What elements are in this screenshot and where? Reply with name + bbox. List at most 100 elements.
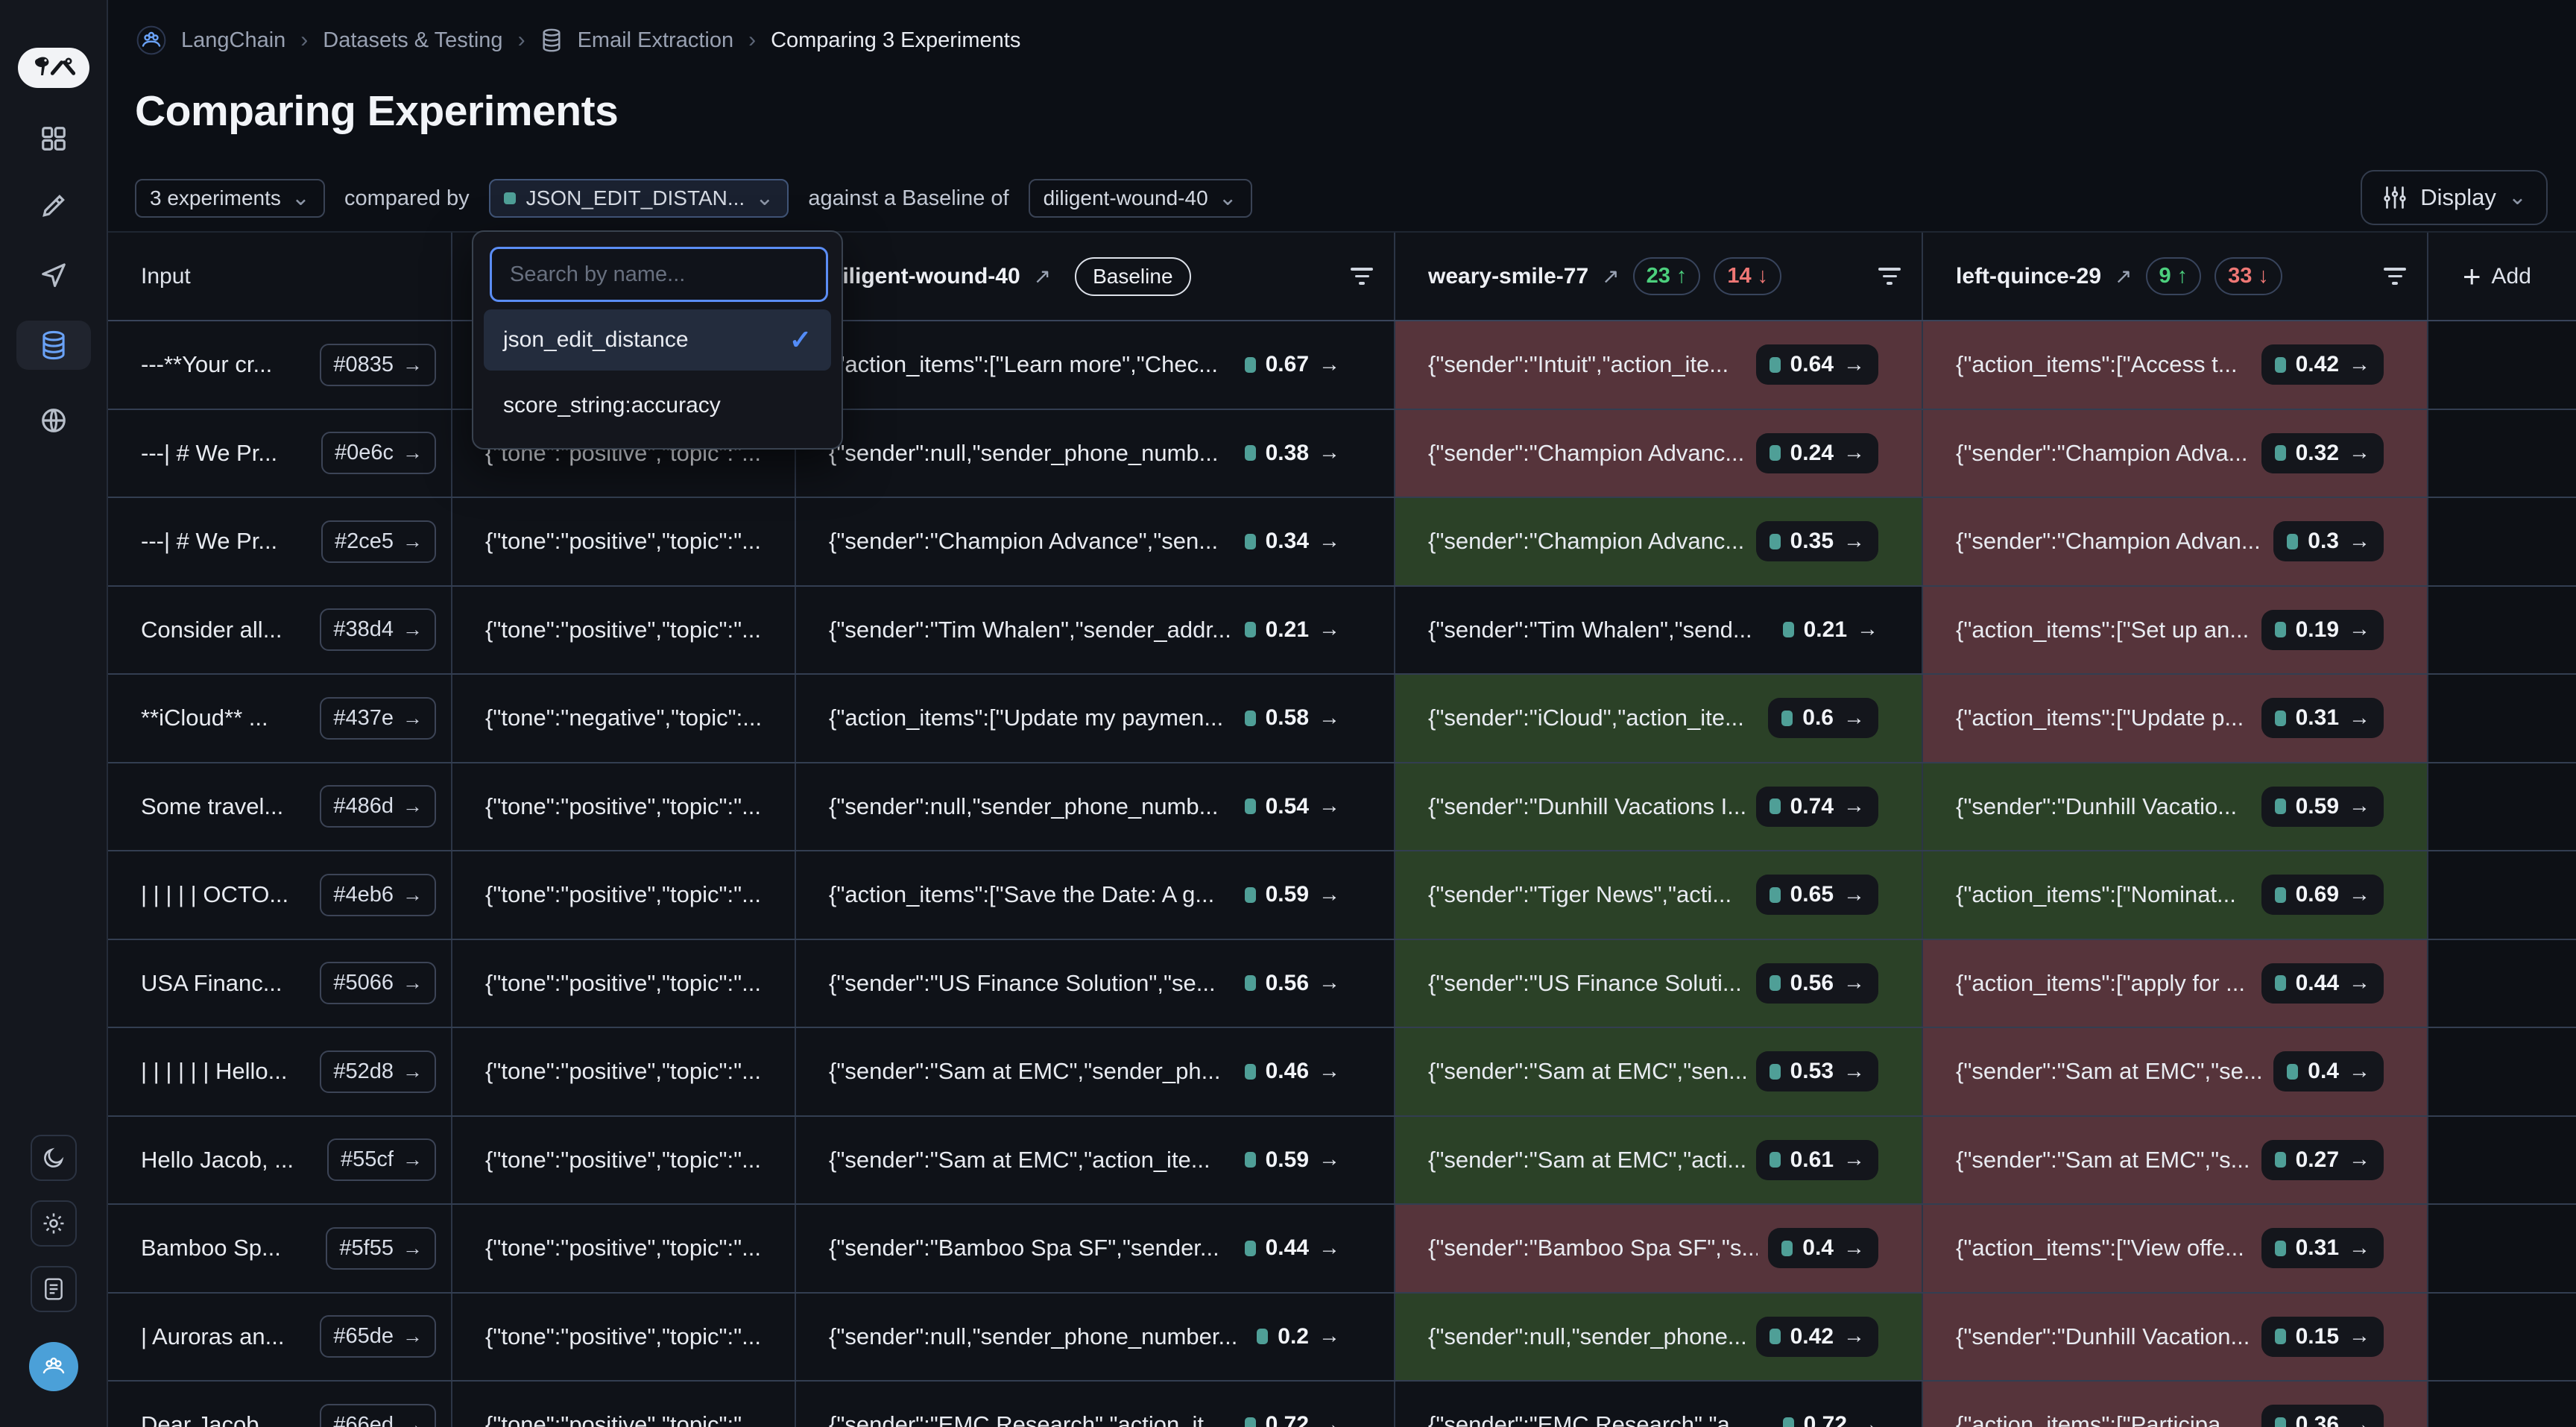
experiment-output-cell[interactable]: {"sender":"US Finance Soluti... 0.56 →	[1395, 940, 1923, 1027]
score-link[interactable]: 0.54 →	[1245, 794, 1340, 819]
score-link[interactable]: 0.4 →	[1768, 1228, 1878, 1268]
input-cell[interactable]: ---**Your cr... #0835 →	[108, 321, 452, 409]
score-link[interactable]: 0.24 →	[1756, 433, 1878, 473]
score-link[interactable]: 0.42 →	[1756, 1317, 1878, 1357]
baseline-output-cell[interactable]: {"action_items":["Update my paymen... 0.…	[796, 675, 1395, 762]
experiment-output-cell[interactable]: {"sender":"Dunhill Vacation... 0.15 →	[1923, 1294, 2428, 1381]
experiment-output-cell[interactable]: {"action_items":["Participa... 0.36 →	[1923, 1382, 2428, 1427]
sidebar-item-hub[interactable]	[37, 404, 70, 437]
baseline-output-cell[interactable]: {"sender":"EMC Research","action_it... 0…	[796, 1382, 1395, 1427]
baseline-output-cell[interactable]: {"sender":"Sam at EMC","action_ite... 0.…	[796, 1117, 1395, 1204]
display-button[interactable]: Display ⌄	[2361, 170, 2548, 225]
improved-count-badge[interactable]: 9↑	[2146, 257, 2202, 295]
experiment-output-cell[interactable]: {"sender":"Sam at EMC","sen... 0.53 →	[1395, 1028, 1923, 1115]
sidebar-item-datasets-active[interactable]	[16, 321, 91, 370]
score-link[interactable]: 0.61 →	[1756, 1140, 1878, 1180]
score-link[interactable]: 0.72 →	[1245, 1412, 1340, 1427]
experiment-output-cell[interactable]: {"sender":"Intuit","action_ite... 0.64 →	[1395, 321, 1923, 409]
example-id-pill[interactable]: #0835 →	[320, 344, 436, 386]
experiment-output-cell[interactable]: {"sender":"Sam at EMC","acti... 0.61 →	[1395, 1117, 1923, 1204]
score-link[interactable]: 0.46 →	[1245, 1059, 1340, 1084]
score-link[interactable]: 0.67 →	[1245, 352, 1340, 377]
regressed-count-badge[interactable]: 14↓	[1714, 257, 1781, 295]
experiment-output-cell[interactable]: {"sender":null,"sender_phone... 0.42 →	[1395, 1294, 1923, 1381]
baseline-output-cell[interactable]: {"sender":null,"sender_phone_numb... 0.5…	[796, 763, 1395, 851]
score-link[interactable]: 0.19 →	[2261, 610, 2384, 650]
breadcrumb-section[interactable]: Datasets & Testing	[323, 28, 502, 53]
score-link[interactable]: 0.59 →	[1245, 1147, 1340, 1173]
input-cell[interactable]: USA Financ... #5066 →	[108, 940, 452, 1027]
example-id-pill[interactable]: #5f55 →	[326, 1227, 436, 1270]
open-experiment-icon[interactable]: ↗	[2115, 264, 2132, 289]
score-link[interactable]: 0.2 →	[1257, 1324, 1340, 1349]
baseline-output-cell[interactable]: {"sender":null,"sender_phone_numb... 0.3…	[796, 410, 1395, 497]
input-cell[interactable]: ---| # We Pr... #0e6c →	[108, 410, 452, 497]
baseline-output-cell[interactable]: {"sender":null,"sender_phone_number... 0…	[796, 1294, 1395, 1381]
input-cell[interactable]: **iCloud** ... #437e →	[108, 675, 452, 762]
regressed-count-badge[interactable]: 33↓	[2214, 257, 2282, 295]
input-cell[interactable]: ---| # We Pr... #2ce5 →	[108, 498, 452, 585]
input-cell[interactable]: Some travel... #486d →	[108, 763, 452, 851]
baseline-output-cell[interactable]: {"action_items":["Learn more","Chec... 0…	[796, 321, 1395, 409]
reference-output-cell[interactable]: {"tone":"positive","topic":"...	[452, 1205, 796, 1292]
experiment-output-cell[interactable]: {"sender":"Dunhill Vacatio... 0.59 →	[1923, 763, 2428, 851]
example-id-pill[interactable]: #2ce5 →	[321, 520, 436, 563]
reference-output-cell[interactable]: {"tone":"positive","topic":"...	[452, 498, 796, 585]
baseline-output-cell[interactable]: {"sender":"Sam at EMC","sender_ph... 0.4…	[796, 1028, 1395, 1115]
filter-icon[interactable]	[2384, 268, 2406, 285]
search-input[interactable]	[490, 247, 828, 302]
score-link[interactable]: 0.31 →	[2261, 1228, 2384, 1268]
reference-output-cell[interactable]: {"tone":"positive","topic":"...	[452, 763, 796, 851]
baseline-output-cell[interactable]: {"sender":"Bamboo Spa SF","sender... 0.4…	[796, 1205, 1395, 1292]
reference-output-cell[interactable]: {"tone":"positive","topic":"...	[452, 1117, 796, 1204]
score-link[interactable]: 0.31 →	[2261, 698, 2384, 738]
sidebar-item-annotate[interactable]	[37, 189, 70, 222]
example-id-pill[interactable]: #38d4 →	[320, 608, 436, 651]
example-id-pill[interactable]: #65de →	[320, 1315, 436, 1358]
score-link[interactable]: 0.4 →	[2273, 1051, 2384, 1091]
example-id-pill[interactable]: #4eb6 →	[320, 874, 436, 916]
example-id-pill[interactable]: #66ed →	[320, 1404, 436, 1427]
experiment-output-cell[interactable]: {"sender":"Champion Advanc... 0.35 →	[1395, 498, 1923, 585]
experiment-output-cell[interactable]: {"action_items":["Access t... 0.42 →	[1923, 321, 2428, 409]
user-avatar[interactable]	[29, 1342, 78, 1391]
open-experiment-icon[interactable]: ↗	[1602, 264, 1619, 289]
score-link[interactable]: 0.21 →	[1245, 617, 1340, 643]
filter-icon[interactable]	[1878, 268, 1901, 285]
baseline-output-cell[interactable]: {"sender":"Tim Whalen","sender_addr... 0…	[796, 587, 1395, 674]
score-link[interactable]: 0.58 →	[1245, 705, 1340, 731]
experiment-output-cell[interactable]: {"sender":"Champion Adva... 0.32 →	[1923, 410, 2428, 497]
score-link[interactable]: 0.69 →	[2261, 875, 2384, 915]
score-link[interactable]: 0.65 →	[1756, 875, 1878, 915]
score-link[interactable]: 0.44 →	[2261, 963, 2384, 1004]
example-id-pill[interactable]: #0e6c →	[321, 432, 436, 474]
experiment-output-cell[interactable]: {"sender":"Bamboo Spa SF","s... 0.4 →	[1395, 1205, 1923, 1292]
score-link[interactable]: 0.3 →	[2273, 521, 2384, 561]
baseline-output-cell[interactable]: {"sender":"US Finance Solution","se... 0…	[796, 940, 1395, 1027]
experiment-output-cell[interactable]: {"sender":"Champion Advanc... 0.24 →	[1395, 410, 1923, 497]
experiment-output-cell[interactable]: {"action_items":["Set up an... 0.19 →	[1923, 587, 2428, 674]
experiment-output-cell[interactable]: {"action_items":["View offe... 0.31 →	[1923, 1205, 2428, 1292]
input-cell[interactable]: Bamboo Sp... #5f55 →	[108, 1205, 452, 1292]
score-link[interactable]: 0.44 →	[1245, 1235, 1340, 1261]
baseline-column-header[interactable]: diligent-wound-40 ↗ Baseline	[796, 233, 1395, 320]
reference-output-cell[interactable]: {"tone":"positive","topic":"...	[452, 851, 796, 939]
input-column-header[interactable]: Input	[108, 233, 452, 320]
experiment-output-cell[interactable]: {"action_items":["apply for ... 0.44 →	[1923, 940, 2428, 1027]
dropdown-option-score-string-accuracy[interactable]: score_string:accuracy	[484, 375, 831, 436]
score-link[interactable]: 0.6 →	[1768, 698, 1878, 738]
input-cell[interactable]: Hello Jacob, ... #55cf →	[108, 1117, 452, 1204]
score-link[interactable]: 0.74 →	[1756, 787, 1878, 827]
reference-output-cell[interactable]: {"tone":"negative","topic":...	[452, 675, 796, 762]
experiment-output-cell[interactable]: {"sender":"Tim Whalen","send... 0.21 →	[1395, 587, 1923, 674]
experiment-output-cell[interactable]: {"action_items":["Update p... 0.31 →	[1923, 675, 2428, 762]
experiment-output-cell[interactable]: {"sender":"Sam at EMC","s... 0.27 →	[1923, 1117, 2428, 1204]
add-experiment-button[interactable]: + Add	[2428, 233, 2576, 320]
input-cell[interactable]: Consider all... #38d4 →	[108, 587, 452, 674]
score-link[interactable]: 0.72 →	[1783, 1412, 1878, 1427]
sidebar-item-home[interactable]	[37, 122, 70, 155]
example-id-pill[interactable]: #437e →	[320, 697, 436, 740]
docs-button[interactable]	[31, 1266, 77, 1312]
score-link[interactable]: 0.27 →	[2261, 1140, 2384, 1180]
score-link[interactable]: 0.56 →	[1245, 971, 1340, 996]
